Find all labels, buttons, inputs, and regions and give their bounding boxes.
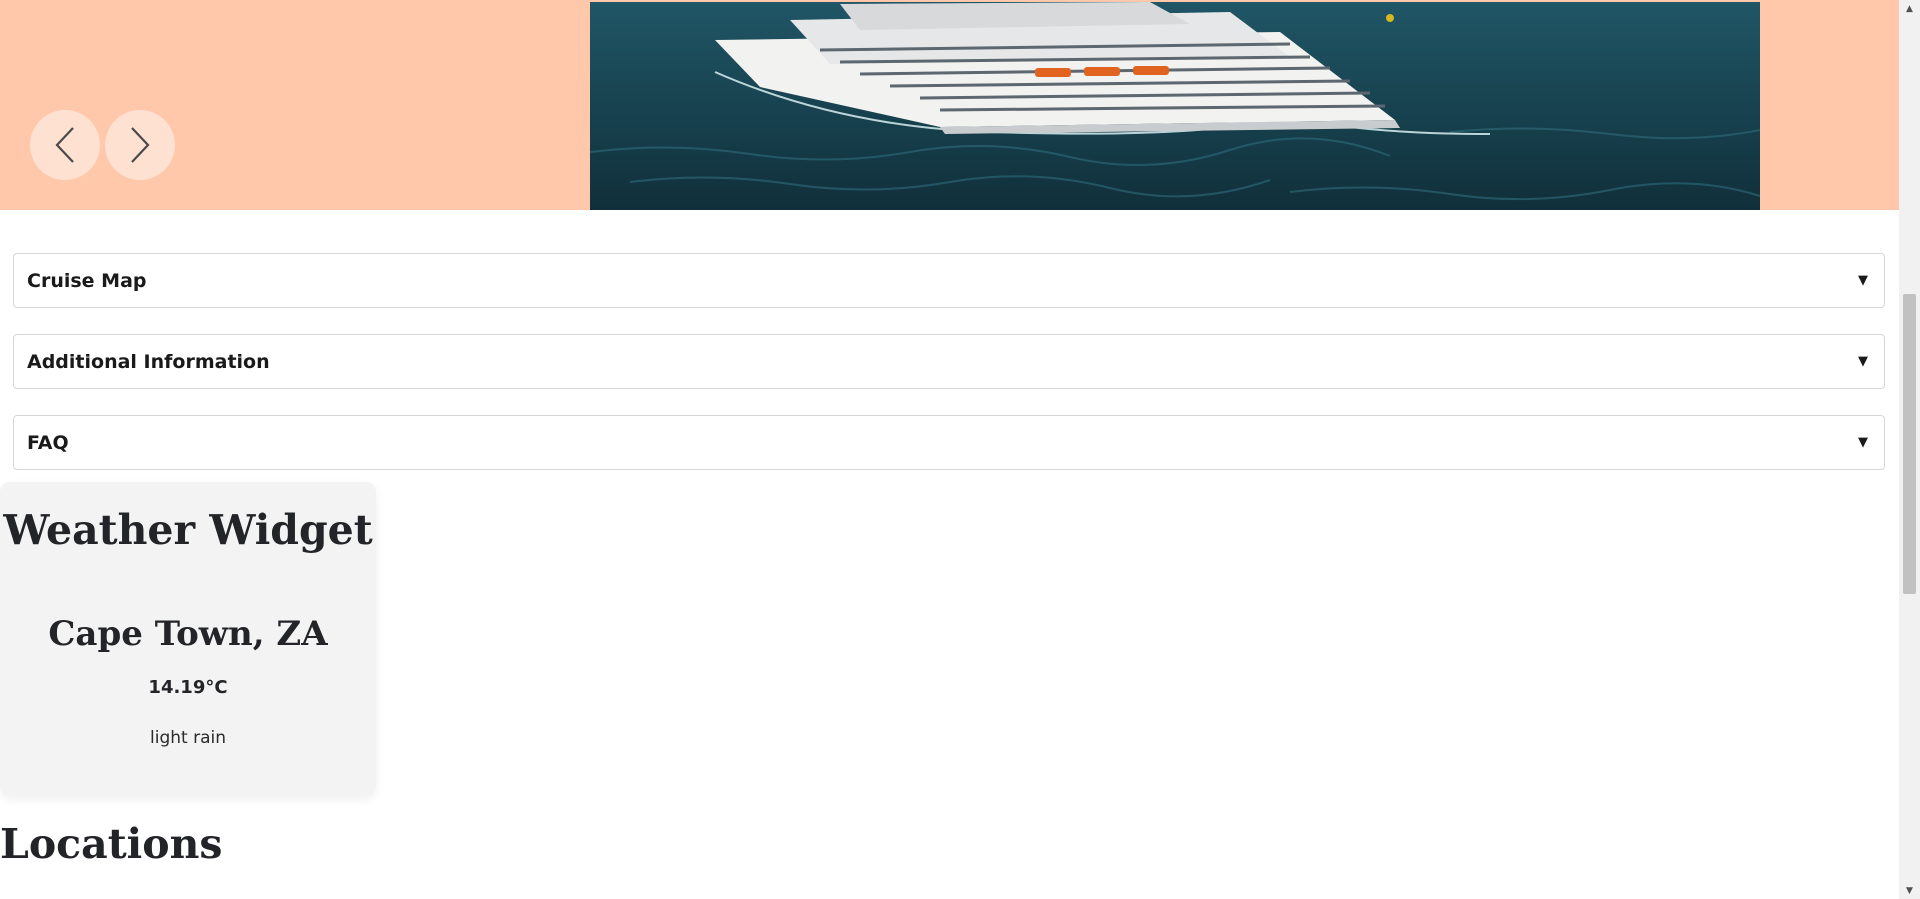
scrollbar-thumb[interactable] [1903,294,1916,594]
accordion-additional-information[interactable]: Additional Information ▼ [13,334,1885,389]
carousel-next-button[interactable] [105,110,175,180]
accordion-title: Additional Information [27,350,270,373]
chevron-down-icon: ▼ [1858,435,1868,450]
accordion-cruise-map[interactable]: Cruise Map ▼ [13,253,1885,308]
scroll-down-arrow-icon[interactable]: ▼ [1899,882,1920,899]
cruise-ship-image [590,2,1760,210]
scroll-up-arrow-icon[interactable]: ▲ [1899,0,1920,17]
page: Cruise Map ▼ Additional Information ▼ FA… [0,0,1899,899]
locations-heading: Locations [0,820,223,868]
hero-carousel [0,0,1899,210]
chevron-down-icon: ▼ [1858,354,1868,369]
chevron-right-icon [131,127,150,163]
weather-city: Cape Town, ZA [48,614,328,654]
weather-widget: Weather Widget Cape Town, ZA 14.19°C lig… [0,482,376,796]
accordion-faq[interactable]: FAQ ▼ [13,415,1885,470]
accordion-title: Cruise Map [27,269,147,292]
accordion-title: FAQ [27,431,69,454]
chevron-left-icon [55,127,74,163]
vertical-scrollbar[interactable]: ▲ ▼ [1899,0,1920,899]
chevron-down-icon: ▼ [1858,273,1868,288]
carousel-prev-button[interactable] [30,110,100,180]
weather-temperature: 14.19°C [148,677,228,698]
weather-widget-title: Weather Widget [3,506,373,554]
weather-description: light rain [150,728,226,748]
